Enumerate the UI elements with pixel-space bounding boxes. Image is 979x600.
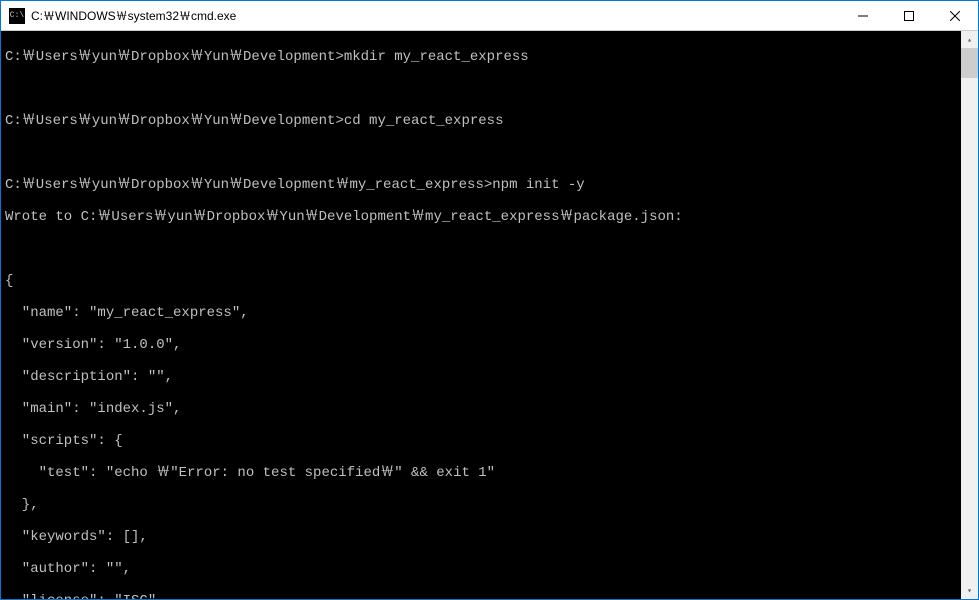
json-line: "description": "", (5, 369, 957, 385)
close-button[interactable] (932, 1, 978, 30)
command-text: npm init -y (492, 177, 584, 193)
window-titlebar: C:\ C:￦WINDOWS￦system32￦cmd.exe (1, 1, 978, 31)
output-line: Wrote to C:￦Users￦yun￦Dropbox￦Yun￦Develo… (5, 209, 957, 225)
json-line: "name": "my_react_express", (5, 305, 957, 321)
scroll-up-arrow-icon[interactable]: ▴ (961, 31, 978, 48)
prompt: C:￦Users￦yun￦Dropbox￦Yun￦Development> (5, 49, 344, 65)
command-text: mkdir my_react_express (344, 49, 529, 65)
minimize-button[interactable] (840, 1, 886, 30)
json-line: "main": "index.js", (5, 401, 957, 417)
cmd-icon: C:\ (9, 8, 25, 24)
scrollbar-thumb[interactable] (961, 48, 978, 78)
terminal-output[interactable]: C:￦Users￦yun￦Dropbox￦Yun￦Development>mkd… (1, 31, 961, 599)
json-line: { (5, 273, 957, 289)
json-line: "license": "ISC" (5, 593, 957, 599)
json-line: "test": "echo ￦"Error: no test specified… (5, 465, 957, 481)
window-controls (840, 1, 978, 30)
vertical-scrollbar[interactable]: ▴ ▾ (961, 31, 978, 599)
json-line: "scripts": { (5, 433, 957, 449)
json-line: "version": "1.0.0", (5, 337, 957, 353)
terminal-area: C:￦Users￦yun￦Dropbox￦Yun￦Development>mkd… (1, 31, 978, 599)
prompt: C:￦Users￦yun￦Dropbox￦Yun￦Development￦my_… (5, 177, 492, 193)
maximize-button[interactable] (886, 1, 932, 30)
json-line: "author": "", (5, 561, 957, 577)
command-text: cd my_react_express (344, 113, 504, 129)
json-line: "keywords": [], (5, 529, 957, 545)
prompt: C:￦Users￦yun￦Dropbox￦Yun￦Development> (5, 113, 344, 129)
scroll-down-arrow-icon[interactable]: ▾ (961, 582, 978, 599)
json-line: }, (5, 497, 957, 513)
window-title: C:￦WINDOWS￦system32￦cmd.exe (31, 7, 840, 24)
